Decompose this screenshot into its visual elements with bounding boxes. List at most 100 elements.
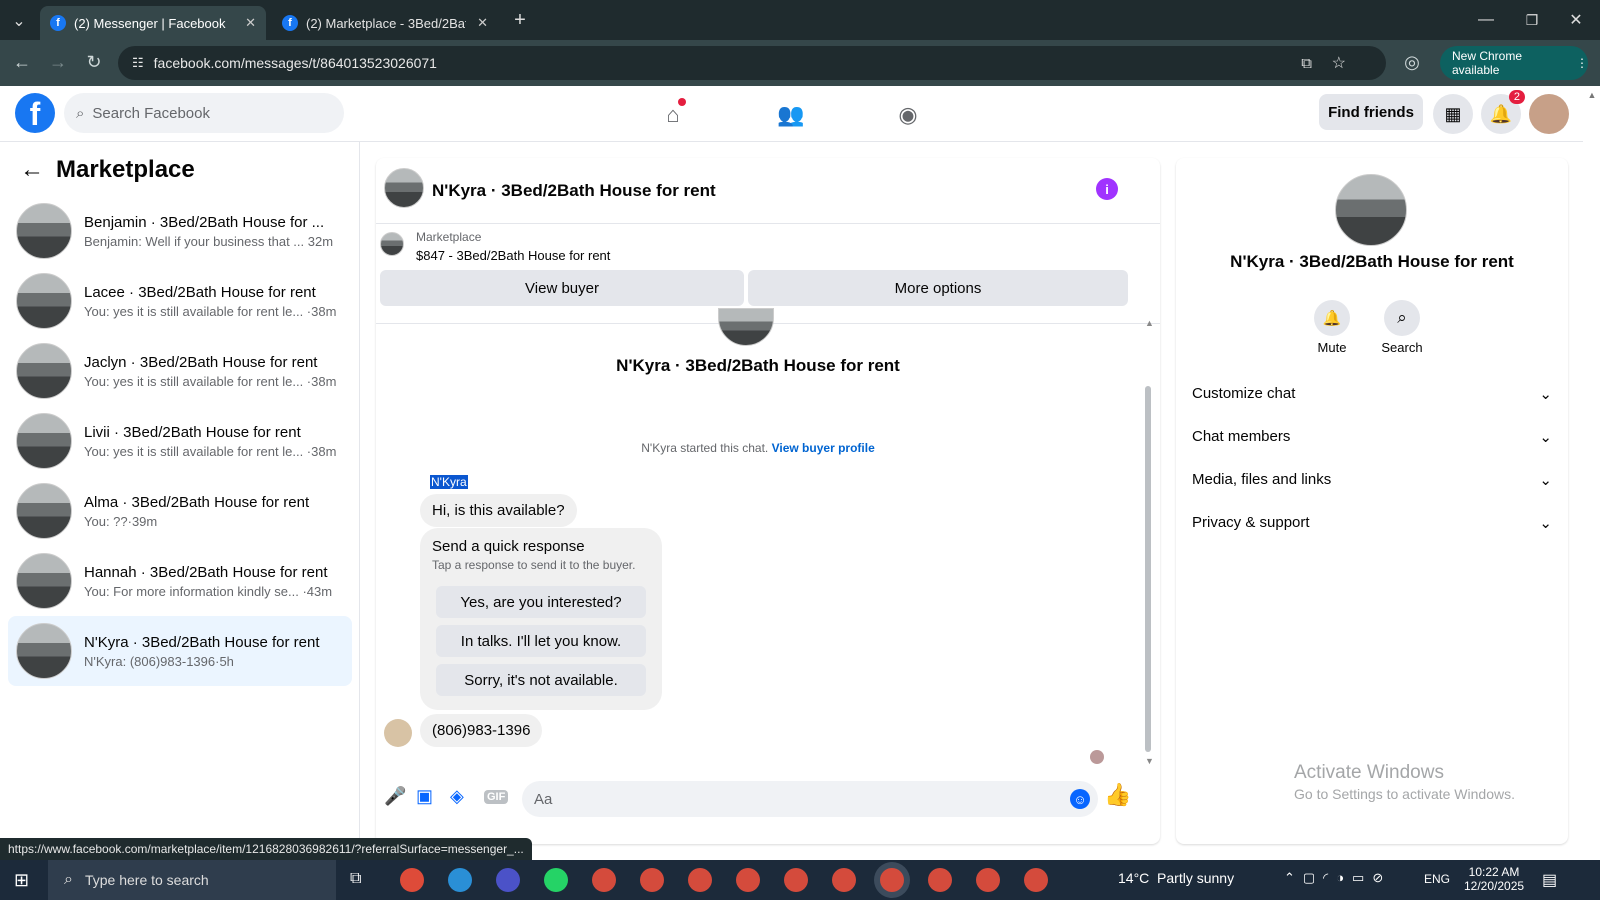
tab-messenger[interactable]: f (2) Messenger | Facebook ✕ bbox=[40, 6, 266, 40]
find-friends-button[interactable]: Find friends bbox=[1319, 94, 1423, 130]
browser-tab-strip: ⌄ f (2) Messenger | Facebook ✕ f (2) Mar… bbox=[0, 0, 1600, 40]
edge-app-icon[interactable] bbox=[448, 868, 472, 892]
language-indicator[interactable]: ENG bbox=[1424, 872, 1450, 886]
profile-icon[interactable]: ◎ bbox=[1400, 52, 1424, 73]
weather-widget[interactable]: 14°C Partly sunny bbox=[1118, 870, 1234, 886]
scroll-up-icon[interactable]: ▲ bbox=[1145, 318, 1154, 328]
chrome-app-icon[interactable] bbox=[400, 868, 424, 892]
more-options-button[interactable]: More options bbox=[748, 270, 1128, 306]
activation-watermark-text: Go to Settings to activate Windows. bbox=[1294, 786, 1515, 802]
chrome-app-icon-active[interactable] bbox=[880, 868, 904, 892]
conversation-title[interactable]: N'Kyra · 3Bed/2Bath House for rent bbox=[432, 181, 716, 201]
chat-avatar[interactable] bbox=[384, 168, 424, 208]
sender-avatar[interactable] bbox=[384, 719, 412, 747]
menu-dots-icon[interactable]: ⋮ bbox=[1576, 56, 1588, 70]
back-icon[interactable]: ← bbox=[10, 52, 34, 73]
message-bubble[interactable]: Hi, is this available? bbox=[420, 494, 577, 527]
chrome-app-icon[interactable] bbox=[640, 868, 664, 892]
facebook-favicon-icon: f bbox=[50, 15, 66, 31]
chrome-app-icon[interactable] bbox=[1024, 868, 1048, 892]
bookmark-star-icon[interactable]: ☆ bbox=[1332, 53, 1346, 73]
close-tab-icon[interactable]: ✕ bbox=[477, 15, 488, 31]
scrollbar[interactable]: ▲ ▼ bbox=[1144, 318, 1154, 768]
site-info-icon[interactable]: ☷ bbox=[132, 55, 144, 71]
view-buyer-button[interactable]: View buyer bbox=[380, 270, 744, 306]
status-url-bar: https://www.facebook.com/marketplace/ite… bbox=[0, 838, 532, 860]
chat-row[interactable]: Lacee · 3Bed/2Bath House for rent You: ye… bbox=[8, 266, 352, 336]
facebook-logo-icon[interactable]: f bbox=[15, 93, 55, 133]
listing-title[interactable]: $847 - 3Bed/2Bath House for rent bbox=[416, 248, 610, 263]
tab-search-icon[interactable]: ⌄ bbox=[8, 10, 30, 32]
chrome-app-icon[interactable] bbox=[736, 868, 760, 892]
restore-icon[interactable]: ❐ bbox=[1520, 8, 1544, 32]
install-app-icon[interactable]: ⧉ bbox=[1301, 55, 1312, 72]
close-tab-icon[interactable]: ✕ bbox=[245, 15, 256, 31]
friends-icon[interactable]: 👥 bbox=[776, 100, 806, 130]
emoji-icon[interactable]: ☺ bbox=[1070, 789, 1090, 809]
back-arrow-icon[interactable]: ← bbox=[20, 156, 44, 184]
chat-row[interactable]: Benjamin · 3Bed/2Bath House for ... Benja… bbox=[8, 196, 352, 266]
chrome-app-icon[interactable] bbox=[592, 868, 616, 892]
gif-icon[interactable]: GIF bbox=[484, 790, 509, 804]
chat-row-selected[interactable]: N'Kyra · 3Bed/2Bath House for rent N'Kyra… bbox=[8, 616, 352, 686]
task-view-icon[interactable]: ⧉ bbox=[350, 870, 361, 888]
tab-marketplace[interactable]: f (2) Marketplace - 3Bed/2Bath H ✕ bbox=[272, 6, 498, 40]
message-bubble[interactable]: (806)983-1396 bbox=[420, 714, 543, 747]
notifications-bell-icon[interactable]: 🔔 2 bbox=[1481, 90, 1525, 134]
mute-label[interactable]: Mute bbox=[1302, 340, 1362, 355]
chrome-app-icon[interactable] bbox=[688, 868, 712, 892]
notification-center-icon[interactable]: ▤ bbox=[1542, 870, 1557, 890]
chat-row[interactable]: Alma · 3Bed/2Bath House for rent You: ??·… bbox=[8, 476, 352, 546]
section-customize-chat[interactable]: Customize chat ⌄ bbox=[1192, 385, 1552, 403]
scroll-down-icon[interactable]: ▼ bbox=[1145, 756, 1154, 766]
home-icon[interactable]: ⌂ bbox=[658, 98, 688, 130]
chrome-app-icon[interactable] bbox=[832, 868, 856, 892]
app-icon[interactable] bbox=[496, 868, 520, 892]
minimize-icon[interactable]: — bbox=[1474, 8, 1498, 32]
attach-photo-icon[interactable]: ▣ bbox=[416, 786, 433, 807]
forward-icon[interactable]: → bbox=[46, 52, 70, 73]
page-scroll-up-icon[interactable]: ▲ bbox=[1586, 90, 1598, 100]
section-privacy-support[interactable]: Privacy & support ⌄ bbox=[1192, 514, 1552, 532]
quick-response-yes-button[interactable]: Yes, are you interested? bbox=[436, 586, 646, 618]
scrollbar-thumb[interactable] bbox=[1145, 386, 1151, 752]
search-icon[interactable]: ⌕ bbox=[1384, 300, 1420, 336]
chrome-app-icon[interactable] bbox=[784, 868, 808, 892]
chat-preview: You: For more information kindly se... ·… bbox=[84, 583, 333, 599]
url-field[interactable]: ☷ facebook.com/messages/t/86401352302607… bbox=[118, 46, 1386, 80]
view-buyer-profile-link[interactable]: View buyer profile bbox=[772, 441, 875, 455]
info-avatar[interactable] bbox=[1335, 174, 1407, 246]
chrome-app-icon[interactable] bbox=[976, 868, 1000, 892]
search-label[interactable]: Search bbox=[1372, 340, 1432, 355]
reload-icon[interactable]: ↻ bbox=[82, 52, 106, 73]
listing-thumbnail[interactable] bbox=[380, 232, 404, 256]
system-tray-icons[interactable]: ⌃▢◜◑▭⊘ bbox=[1284, 870, 1391, 886]
whatsapp-app-icon[interactable] bbox=[544, 868, 568, 892]
quick-response-not-available-button[interactable]: Sorry, it's not available. bbox=[436, 664, 646, 696]
message-input[interactable]: Aa ☺ bbox=[522, 781, 1098, 817]
microphone-icon[interactable]: 🎤 bbox=[384, 786, 406, 807]
account-avatar[interactable] bbox=[1529, 94, 1569, 134]
chat-row[interactable]: Livii · 3Bed/2Bath House for rent You: ye… bbox=[8, 406, 352, 476]
clock[interactable]: 10:22 AM 12/20/2025 bbox=[1464, 865, 1524, 893]
page-title: Marketplace bbox=[56, 156, 195, 183]
chat-row[interactable]: Hannah · 3Bed/2Bath House for rent You: F… bbox=[8, 546, 352, 616]
quick-response-talks-button[interactable]: In talks. I'll let you know. bbox=[436, 625, 646, 657]
new-chrome-button[interactable]: New Chrome available ⋮ bbox=[1440, 46, 1588, 80]
section-media-files-links[interactable]: Media, files and links ⌄ bbox=[1192, 471, 1552, 489]
windows-start-icon[interactable]: ⊞ bbox=[14, 870, 29, 891]
mute-bell-icon[interactable]: 🔔 bbox=[1314, 300, 1350, 336]
new-tab-icon[interactable]: + bbox=[508, 8, 532, 32]
close-window-icon[interactable]: ✕ bbox=[1564, 8, 1588, 32]
info-icon[interactable]: i bbox=[1096, 178, 1118, 200]
chat-row[interactable]: Jaclyn · 3Bed/2Bath House for rent You: y… bbox=[8, 336, 352, 406]
chrome-app-icon[interactable] bbox=[928, 868, 952, 892]
groups-icon[interactable]: ◉ bbox=[893, 100, 923, 130]
thumbs-up-icon[interactable]: 👍 bbox=[1104, 782, 1131, 808]
sticker-icon[interactable]: ◈ bbox=[450, 786, 464, 807]
search-input[interactable]: ⌕ Search Facebook bbox=[64, 93, 344, 133]
taskbar-search-input[interactable]: ⌕ Type here to search bbox=[48, 860, 336, 900]
section-chat-members[interactable]: Chat members ⌄ bbox=[1192, 428, 1552, 446]
page-scrollbar[interactable]: ▲ bbox=[1586, 90, 1598, 842]
menu-grid-icon[interactable]: ▦ bbox=[1433, 94, 1473, 134]
